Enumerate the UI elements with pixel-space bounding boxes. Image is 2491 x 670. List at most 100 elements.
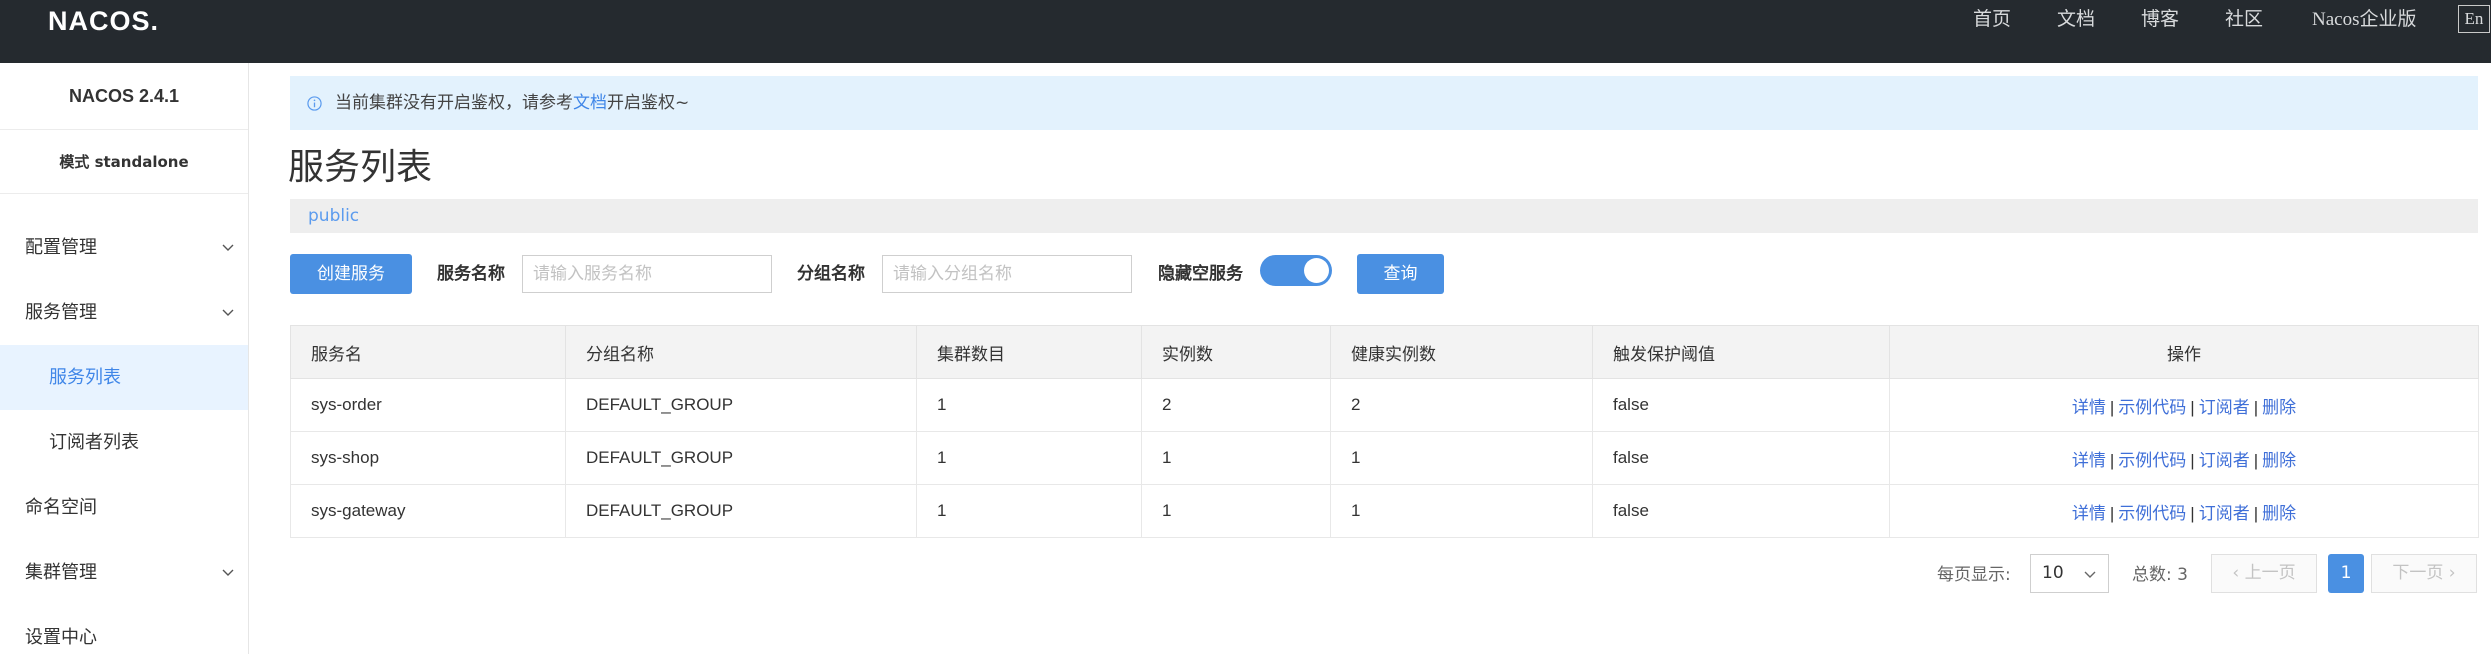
notice-text-before: 当前集群没有开启鉴权，请参考 (335, 93, 573, 113)
page-title: 服务列表 (288, 147, 433, 188)
total-label-text: 总数: (2132, 565, 2172, 585)
nav-home[interactable]: 首页 (1973, 8, 2011, 32)
sidebar-item-subscriber-list[interactable]: 订阅者列表 (0, 410, 248, 475)
mode-label: 模式 standalone (0, 130, 248, 194)
service-table: 服务名 分组名称 集群数目 实例数 健康实例数 触发保护阈值 操作 sys-or… (290, 325, 2479, 538)
healthy-instance-cell: 1 (1330, 431, 1593, 485)
cluster-count-cell: 1 (916, 484, 1142, 538)
sample-code-link[interactable]: 示例代码 (2118, 451, 2186, 470)
subscriber-link[interactable]: 订阅者 (2199, 398, 2250, 417)
group-name-input[interactable] (882, 255, 1132, 293)
sidebar-item-label: 订阅者列表 (49, 432, 139, 453)
separator: | (2190, 503, 2195, 523)
info-icon (307, 96, 322, 111)
subscriber-link[interactable]: 订阅者 (2199, 451, 2250, 470)
chevron-left-icon: ‹ (2232, 563, 2240, 583)
notice-text: 当前集群没有开启鉴权，请参考文档开启鉴权~ (335, 76, 689, 130)
service-name-cell: sys-shop (290, 431, 566, 485)
protect-threshold-cell: false (1592, 484, 1890, 538)
detail-link[interactable]: 详情 (2072, 398, 2106, 417)
current-page-button[interactable]: 1 (2328, 554, 2364, 593)
sidebar-item-service-list[interactable]: 服务列表 (0, 345, 248, 410)
instance-count-cell: 1 (1141, 484, 1331, 538)
group-name-cell: DEFAULT_GROUP (565, 431, 917, 485)
separator: | (2253, 397, 2259, 417)
nav-docs[interactable]: 文档 (2057, 8, 2095, 32)
toggle-knob (1304, 258, 1329, 283)
column-header: 集群数目 (916, 325, 1142, 379)
sidebar-item-label: 服务管理 (25, 302, 97, 323)
sidebar-item-service-management[interactable]: 服务管理 (0, 280, 248, 345)
delete-link[interactable]: 删除 (2262, 451, 2296, 470)
separator: | (2109, 503, 2115, 523)
nacos-logo[interactable]: NACOS. (48, 6, 159, 36)
separator: | (2109, 397, 2115, 417)
chevron-down-icon (2084, 571, 2096, 578)
delete-link[interactable]: 删除 (2262, 504, 2296, 523)
group-name-cell: DEFAULT_GROUP (565, 378, 917, 432)
separator: | (2109, 450, 2115, 470)
nav-enterprise[interactable]: Nacos企业版 (2312, 8, 2416, 32)
actions-cell: 详情 | 示例代码 | 订阅者 | 删除 (1889, 431, 2479, 485)
table-row: sys-order DEFAULT_GROUP 1 2 2 false 详情 | 示… (290, 378, 2479, 432)
separator: | (2253, 450, 2259, 470)
separator: | (2253, 503, 2259, 523)
chevron-down-icon (222, 309, 234, 316)
instance-count-cell: 2 (1141, 378, 1331, 432)
next-page-button[interactable]: 下一页 › (2371, 554, 2477, 593)
notice-docs-link[interactable]: 文档 (573, 93, 607, 113)
namespace-bar: public (290, 199, 2478, 233)
sidebar-item-cluster-management[interactable]: 集群管理 (0, 540, 248, 605)
sidebar: NACOS 2.4.1 模式 standalone 配置管理 服务管理 服务列表… (0, 63, 249, 654)
sidebar-item-config-management[interactable]: 配置管理 (0, 215, 248, 280)
separator: | (2190, 450, 2195, 470)
hide-empty-toggle[interactable] (1260, 255, 1332, 286)
page-size-label: 每页显示: (1937, 565, 2011, 585)
total-value: 3 (2177, 565, 2188, 585)
group-name-label: 分组名称 (797, 264, 865, 284)
sidebar-item-label: 配置管理 (25, 237, 97, 258)
protect-threshold-cell: false (1592, 431, 1890, 485)
service-name-cell: sys-order (290, 378, 566, 432)
table-header-row: 服务名 分组名称 集群数目 实例数 健康实例数 触发保护阈值 操作 (290, 325, 2479, 379)
nav-community[interactable]: 社区 (2225, 8, 2263, 32)
table-row: sys-gateway DEFAULT_GROUP 1 1 1 false 详情… (290, 484, 2479, 538)
chevron-down-icon (222, 569, 234, 576)
next-page-label: 下一页 (2392, 563, 2444, 583)
page-size-select[interactable]: 10 (2030, 554, 2109, 593)
instance-count-cell: 1 (1141, 431, 1331, 485)
create-service-button[interactable]: 创建服务 (290, 254, 412, 294)
prev-page-button[interactable]: ‹ 上一页 (2211, 554, 2317, 593)
detail-link[interactable]: 详情 (2072, 451, 2106, 470)
namespace-public[interactable]: public (308, 199, 359, 233)
language-switch-button[interactable]: En (2458, 5, 2490, 33)
protect-threshold-cell: false (1592, 378, 1890, 432)
prev-page-label: 上一页 (2244, 563, 2296, 583)
subscriber-link[interactable]: 订阅者 (2199, 504, 2250, 523)
sample-code-link[interactable]: 示例代码 (2118, 398, 2186, 417)
chevron-right-icon: › (2448, 563, 2456, 583)
cluster-count-cell: 1 (916, 378, 1142, 432)
nav-blog[interactable]: 博客 (2141, 8, 2179, 32)
page-size-value: 10 (2042, 563, 2064, 583)
column-header: 健康实例数 (1330, 325, 1593, 379)
delete-link[interactable]: 删除 (2262, 398, 2296, 417)
sidebar-item-label: 设置中心 (25, 627, 97, 648)
column-header: 分组名称 (565, 325, 917, 379)
healthy-instance-cell: 2 (1330, 378, 1593, 432)
table-row: sys-shop DEFAULT_GROUP 1 1 1 false 详情 | 示例… (290, 431, 2479, 485)
query-button[interactable]: 查询 (1357, 254, 1444, 294)
sample-code-link[interactable]: 示例代码 (2118, 504, 2186, 523)
cluster-count-cell: 1 (916, 431, 1142, 485)
detail-link[interactable]: 详情 (2072, 504, 2106, 523)
sidebar-item-label: 服务列表 (49, 367, 121, 388)
sidebar-item-settings-center[interactable]: 设置中心 (0, 605, 248, 670)
service-name-input[interactable] (522, 255, 772, 293)
group-name-cell: DEFAULT_GROUP (565, 484, 917, 538)
sidebar-item-namespace[interactable]: 命名空间 (0, 475, 248, 540)
version-title: NACOS 2.4.1 (0, 63, 248, 130)
auth-notice-banner: 当前集群没有开启鉴权，请参考文档开启鉴权~ (290, 76, 2478, 130)
column-header: 服务名 (290, 325, 566, 379)
total-label: 总数: 3 (2132, 563, 2188, 587)
service-name-label: 服务名称 (437, 264, 505, 284)
